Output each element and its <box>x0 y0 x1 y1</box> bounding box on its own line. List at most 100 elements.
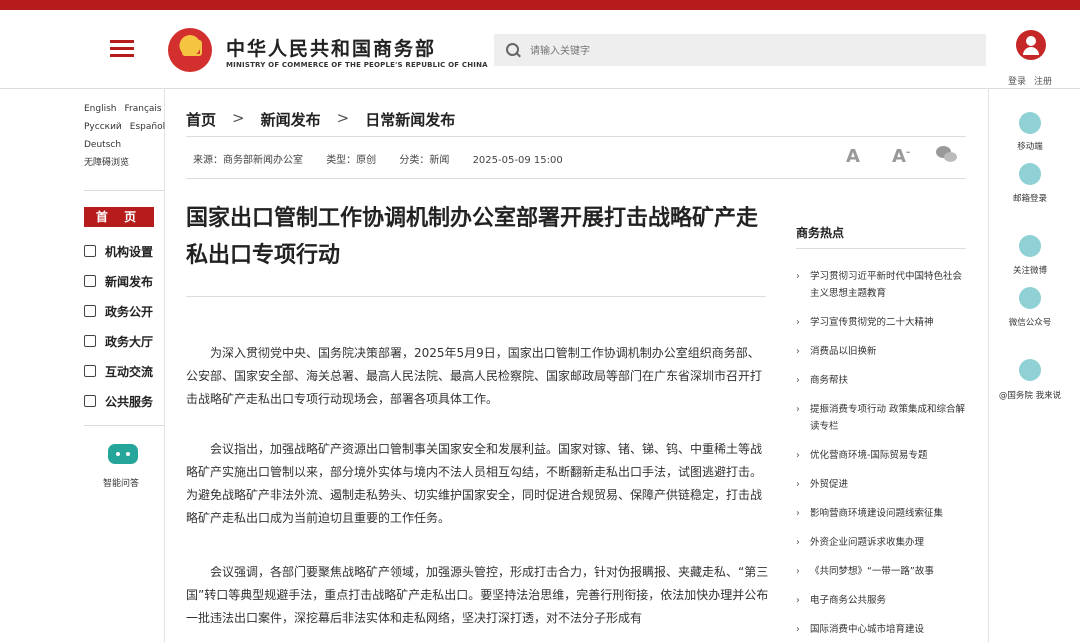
search-icon[interactable] <box>506 43 519 56</box>
wechat-link[interactable]: 微信公众号 <box>990 316 1070 328</box>
grid-icon <box>84 245 96 257</box>
monitor-icon <box>84 335 96 347</box>
nav-item-public-service[interactable]: 公共服务 <box>84 386 153 416</box>
user-avatar-icon[interactable] <box>1016 30 1046 60</box>
login-links: 登录 注册 <box>1008 74 1060 87</box>
right-divider <box>988 88 989 642</box>
nav-item-public-affairs[interactable]: 政务公开 <box>84 296 153 326</box>
robot-icon[interactable] <box>108 444 138 464</box>
chat-icon <box>84 365 96 377</box>
lang-english[interactable]: English <box>84 104 117 114</box>
list-item[interactable]: › 商务帮扶 <box>796 372 968 389</box>
chevron-right-icon: › <box>796 404 800 415</box>
font-small-label: A <box>892 146 906 167</box>
wechat-icon[interactable] <box>1019 287 1041 309</box>
nav-item-interaction[interactable]: 互动交流 <box>84 356 153 386</box>
menu-icon[interactable] <box>110 40 134 58</box>
nav-label: 政务大厅 <box>105 334 154 349</box>
left-divider <box>164 88 165 642</box>
chevron-right-icon: › <box>796 537 800 548</box>
chevron-right-icon: > <box>232 109 245 127</box>
font-large-button[interactable]: A <box>846 146 860 167</box>
chevron-right-icon: › <box>796 479 800 490</box>
article-paragraph: 会议指出，加强战略矿产资源出口管制事关国家安全和发展利益。国家对镓、锗、锑、钨、… <box>186 442 763 525</box>
list-item[interactable]: › 外贸促进 <box>796 476 968 493</box>
list-item[interactable]: › 电子商务公共服务 <box>796 592 968 609</box>
list-item[interactable]: › 提振消费专项行动 政策集成和综合解读专栏 <box>796 401 968 435</box>
state-council-link[interactable]: @国务院 我来说 <box>990 389 1070 401</box>
list-item[interactable]: › 影响营商环境建设问题线索征集 <box>796 505 968 522</box>
chevron-right-icon: › <box>796 566 800 577</box>
list-item[interactable]: › 学习贯彻习近平新时代中国特色社会主义思想主题教育 <box>796 268 968 302</box>
weibo-icon[interactable] <box>1019 235 1041 257</box>
lang-russian[interactable]: Русский <box>84 122 122 132</box>
list-item[interactable]: › 优化营商环境-国际贸易专题 <box>796 447 968 464</box>
document-icon <box>84 305 96 317</box>
divider <box>84 425 164 426</box>
weibo-link[interactable]: 关注微博 <box>990 264 1070 276</box>
meta-type: 类型：原创 <box>326 155 377 166</box>
hot-item-label: 电子商务公共服务 <box>810 595 887 606</box>
list-item[interactable]: › 学习宣传贯彻党的二十大精神 <box>796 314 968 331</box>
mobile-icon[interactable] <box>1019 112 1041 134</box>
wechat-share-icon[interactable] <box>936 146 958 163</box>
news-icon <box>84 275 96 287</box>
article-paragraph: 为深入贯彻党中央、国务院决策部署，2025年5月9日，国家出口管制工作协调机制办… <box>186 346 763 406</box>
hot-item-label: 国际消费中心城市培育建设 <box>810 624 925 635</box>
mobile-link[interactable]: 移动端 <box>990 140 1070 152</box>
chevron-right-icon: › <box>796 624 800 635</box>
nav-label: 公共服务 <box>105 394 154 409</box>
list-item[interactable]: › 消费品以旧换新 <box>796 343 968 360</box>
breadcrumb-home[interactable]: 首页 <box>186 109 216 130</box>
meta-source: 来源：商务部新闻办公室 <box>193 155 303 166</box>
article-title: 国家出口管制工作协调机制办公室部署开展打击战略矿产走私出口专项行动 <box>186 206 759 268</box>
top-red-bar <box>0 0 1080 10</box>
breadcrumb: 首页 > 新闻发布 > 日常新闻发布 <box>186 109 455 130</box>
hot-item-label: 消费品以旧换新 <box>810 346 877 357</box>
site-title-en: MINISTRY OF COMMERCE OF THE PEOPLE'S REP… <box>226 61 488 69</box>
diamond-icon <box>84 395 96 407</box>
hot-item-label: 学习贯彻习近平新时代中国特色社会主义思想主题教育 <box>810 271 963 299</box>
meta-category: 分类：新闻 <box>399 155 450 166</box>
breadcrumb-daily-news[interactable]: 日常新闻发布 <box>365 109 455 130</box>
nav-label: 新闻发布 <box>105 274 154 289</box>
nav-home-button[interactable]: 首 页 <box>84 207 154 227</box>
accessibility-link[interactable]: 无障碍浏览 <box>84 158 129 168</box>
chevron-right-icon: › <box>796 346 800 357</box>
search-input[interactable] <box>528 40 972 62</box>
site-title[interactable]: 中华人民共和国商务部 <box>226 34 436 61</box>
breadcrumb-news[interactable]: 新闻发布 <box>261 109 321 130</box>
list-item[interactable]: › 外资企业问题诉求收集办理 <box>796 534 968 551</box>
register-link[interactable]: 注册 <box>1034 77 1052 87</box>
chevron-right-icon: > <box>336 109 350 127</box>
list-item[interactable]: › 国际消费中心城市培育建设 <box>796 621 968 638</box>
nav-label: 机构设置 <box>105 244 154 259</box>
hot-item-label: 外资企业问题诉求收集办理 <box>810 537 925 548</box>
assistant-label[interactable]: 智能问答 <box>103 476 139 489</box>
national-emblem-logo[interactable] <box>168 28 212 72</box>
lang-french[interactable]: Français <box>125 104 162 114</box>
nav-item-organization[interactable]: 机构设置 <box>84 236 153 266</box>
chevron-right-icon: › <box>796 271 800 282</box>
search-box[interactable] <box>494 34 986 66</box>
login-link[interactable]: 登录 <box>1008 77 1026 87</box>
chevron-right-icon: › <box>796 317 800 328</box>
nav-label: 互动交流 <box>105 364 154 379</box>
hot-topics-list: › 学习贯彻习近平新时代中国特色社会主义思想主题教育 › 学习宣传贯彻党的二十大精神… <box>796 268 968 638</box>
nav-item-service-hall[interactable]: 政务大厅 <box>84 326 153 356</box>
font-small-button[interactable]: A- <box>892 146 910 167</box>
chevron-right-icon: › <box>796 595 800 606</box>
divider <box>186 296 766 297</box>
chevron-right-icon: › <box>796 450 800 461</box>
mail-login-link[interactable]: 邮箱登录 <box>990 192 1070 204</box>
site-header: 中华人民共和国商务部 MINISTRY OF COMMERCE OF THE P… <box>0 10 1080 89</box>
divider <box>84 190 164 191</box>
chevron-right-icon: › <box>796 375 800 386</box>
at-icon[interactable] <box>1019 359 1041 381</box>
lang-german[interactable]: Deutsch <box>84 140 121 150</box>
list-item[interactable]: › 《共同梦想》“一带一路”故事 <box>796 563 968 580</box>
mail-icon[interactable] <box>1019 163 1041 185</box>
lang-spanish[interactable]: Español <box>130 122 165 132</box>
hot-item-label: 学习宣传贯彻党的二十大精神 <box>810 317 934 328</box>
nav-item-news[interactable]: 新闻发布 <box>84 266 153 296</box>
